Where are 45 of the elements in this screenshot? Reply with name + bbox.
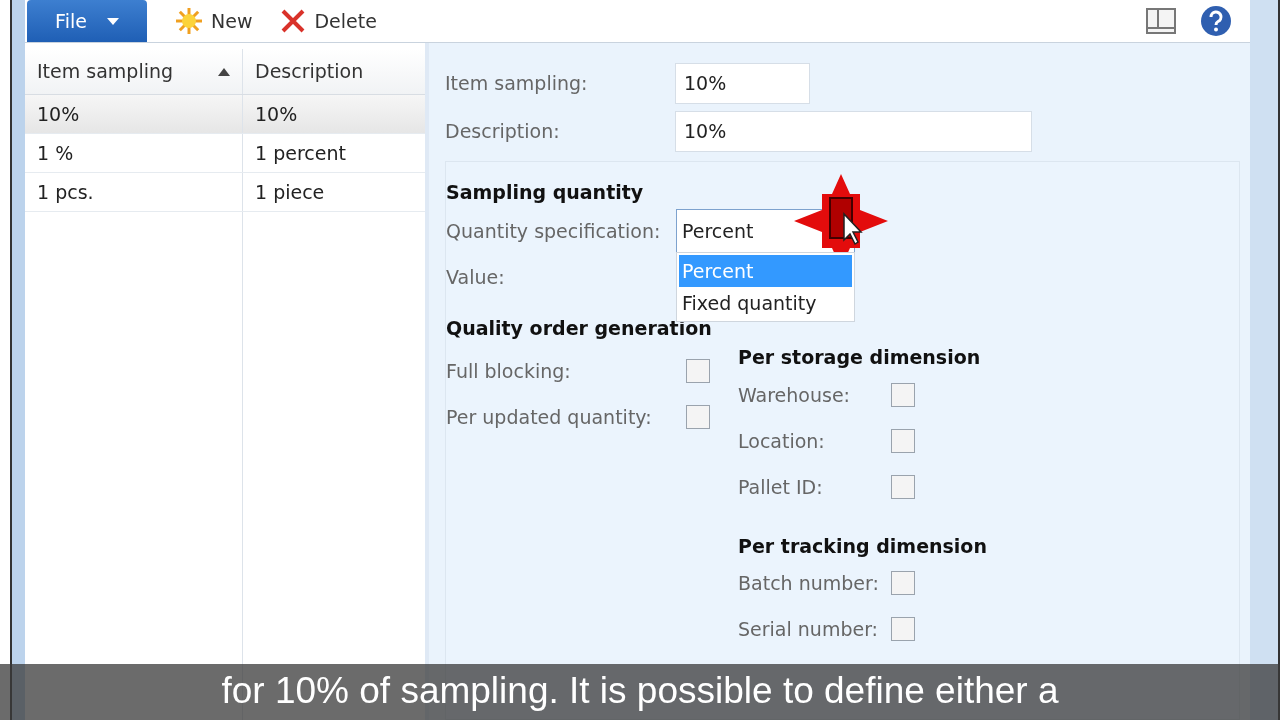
new-button[interactable]: New [175, 6, 253, 36]
help-icon[interactable] [1200, 5, 1232, 37]
sort-ascending-icon [218, 67, 230, 76]
text-field[interactable]: 10% [675, 110, 1032, 152]
checkbox-label: Per updated quantity: [446, 404, 653, 430]
table-cell: 1 pcs. [25, 173, 243, 211]
checkbox-label: Batch number: [738, 570, 880, 596]
checkbox[interactable] [891, 429, 915, 453]
caret-icon [106, 17, 119, 25]
dropdown-option[interactable]: Fixed quantity [679, 287, 852, 319]
checkbox[interactable] [891, 383, 915, 407]
section-heading: Per storage dimension [738, 344, 982, 370]
column-header[interactable]: Description [243, 49, 425, 94]
table-cell-text: 10% [254, 101, 299, 127]
field-label: Quantity specification: [446, 218, 662, 244]
delete-button[interactable]: Delete [280, 6, 377, 36]
checkbox-label: Location: [738, 428, 826, 454]
column-header[interactable]: Item sampling [25, 49, 243, 94]
table-cell: 1 % [25, 134, 243, 172]
checkbox[interactable] [686, 405, 710, 429]
table-cell-text: 1 piece [254, 179, 326, 205]
field-label: Description: [445, 118, 561, 144]
cross-icon [280, 8, 307, 34]
checkbox[interactable] [891, 617, 915, 641]
checkbox-label: Full blocking: [446, 358, 572, 384]
checkbox-label: Pallet ID: [738, 474, 824, 500]
list-row[interactable]: 1 % 1 percent [25, 134, 425, 173]
sun-icon [175, 7, 203, 35]
list-row[interactable]: 10% 10% [25, 95, 425, 134]
file-menu-button[interactable]: File [27, 0, 147, 42]
field-label: Item sampling: [445, 70, 589, 96]
table-cell: 10% [25, 95, 243, 133]
checkbox[interactable] [891, 571, 915, 595]
table-cell-text: 1 percent [254, 140, 347, 166]
checkbox-label: Warehouse: [738, 382, 851, 408]
text-field[interactable]: 10% [675, 62, 810, 104]
checkbox-label: Serial number: [738, 616, 880, 642]
list-row[interactable]: 1 pcs. 1 piece [25, 173, 425, 212]
section-heading: Sampling quantity [446, 180, 645, 205]
checkbox[interactable] [686, 359, 710, 383]
subtitle-caption: for 10% of sampling. It is possible to define either a [0, 664, 1280, 720]
section-heading: Per tracking dimension [738, 533, 987, 559]
checkbox[interactable] [891, 475, 915, 499]
layout-icon[interactable] [1146, 8, 1176, 34]
field-label: Value: [446, 264, 505, 290]
